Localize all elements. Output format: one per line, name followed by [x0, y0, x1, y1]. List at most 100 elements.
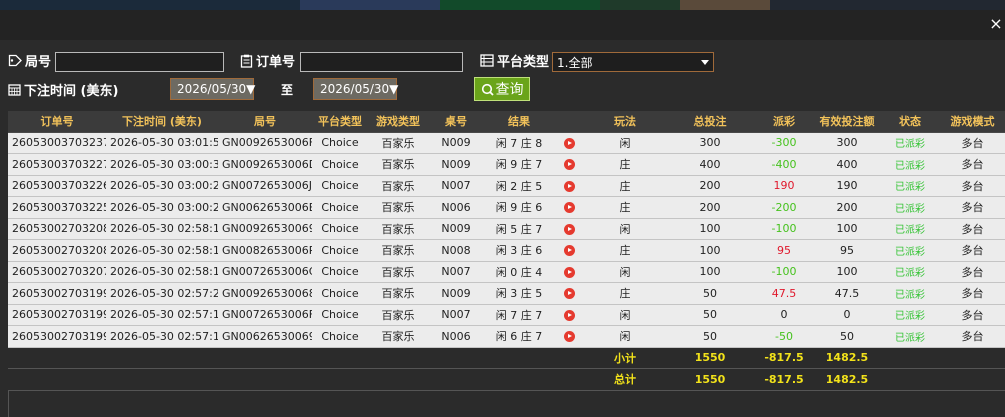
time-label: 下注时间 (美东)	[8, 80, 118, 99]
play-video-icon[interactable]	[563, 245, 575, 257]
order-cell: 260530027032079	[8, 261, 106, 283]
table-row: 2605300370322552026-05-30 03:00:24GN0062…	[8, 196, 1005, 219]
video-cell	[554, 282, 584, 305]
game-cell: 百家乐	[368, 325, 428, 348]
bet-cell: 100	[666, 261, 754, 283]
table-row: 2605300270319942026-05-30 02:57:18GN0072…	[8, 304, 1005, 326]
platform-select[interactable]: 1.全部	[552, 52, 714, 72]
header-col-order: 订单号	[8, 111, 106, 133]
game-cell: 百家乐	[368, 218, 428, 240]
result-cell: 闲 2 庄 5	[484, 175, 554, 197]
close-icon[interactable]: ×	[989, 16, 1003, 32]
order-cell: 260530027031997	[8, 282, 106, 305]
game-cell: 百家乐	[368, 175, 428, 197]
subtotal-payout: -817.5	[754, 347, 814, 369]
play-video-icon[interactable]	[563, 180, 575, 192]
list-icon	[480, 54, 494, 67]
play-video-icon[interactable]	[563, 137, 575, 149]
video-cell	[554, 196, 584, 219]
valid-cell: 47.5	[814, 282, 880, 305]
status-cell: 已派彩	[880, 175, 940, 197]
play-video-icon[interactable]	[563, 202, 575, 214]
bet-cell: 200	[666, 175, 754, 197]
valid-cell: 100	[814, 218, 880, 240]
round-cell: GN0092653006​9	[218, 218, 312, 240]
bet-history-table: 订单号 下注时间 (美东) 局号 平台类型 游戏类型 桌号 结果 玩法 总投注 派彩 有效投注额 状态…	[8, 111, 1005, 391]
date-from-picker[interactable]: 2026/05/30▼	[170, 78, 256, 100]
result-cell: 闲 0 庄 4	[484, 261, 554, 283]
video-cell	[554, 175, 584, 197]
mode-cell: 多台	[940, 132, 1005, 154]
order-input[interactable]	[300, 52, 463, 72]
payout-cell: 47.5	[754, 282, 814, 305]
table-cell: N007	[428, 175, 484, 197]
time-cell: 2026-05-30 03:00:24	[106, 196, 218, 219]
play-video-icon[interactable]	[563, 331, 575, 343]
play-video-icon[interactable]	[563, 159, 575, 171]
play-video-icon[interactable]	[563, 288, 575, 300]
valid-cell: 400	[814, 153, 880, 176]
mode-cell: 多台	[940, 304, 1005, 326]
total-valid: 1482.5	[814, 368, 880, 391]
mode-cell: 多台	[940, 239, 1005, 262]
valid-cell: 300	[814, 132, 880, 154]
status-cell: 已派彩	[880, 239, 940, 262]
bet-cell: 50	[666, 304, 754, 326]
header-col-payout: 派彩	[754, 111, 814, 133]
play-cell: 庄	[584, 196, 666, 219]
round-label-text: 局号	[25, 55, 52, 70]
round-cell: GN0092653006D	[218, 153, 312, 176]
play-cell: 闲	[584, 132, 666, 154]
table-row: 2605300270319932026-05-30 02:57:17GN0062…	[8, 325, 1005, 348]
valid-cell: 50	[814, 325, 880, 348]
total-row: 总计 1550 -817.5 1482.5	[8, 368, 1005, 391]
platform-label: 平台类型	[480, 51, 549, 70]
play-video-icon[interactable]	[563, 309, 575, 321]
table-cell: N009	[428, 153, 484, 176]
payout-cell: -400	[754, 153, 814, 176]
table-cell: N009	[428, 282, 484, 305]
result-cell: 闲 3 庄 6	[484, 239, 554, 262]
order-cell: 260530027032081	[8, 239, 106, 262]
mode-cell: 多台	[940, 175, 1005, 197]
round-input[interactable]	[55, 52, 224, 72]
round-cell: GN00626530069	[218, 325, 312, 348]
bet-cell: 400	[666, 153, 754, 176]
mode-cell: 多台	[940, 196, 1005, 219]
round-cell: GN0072653006F	[218, 304, 312, 326]
calendar-icon	[8, 84, 21, 96]
play-video-icon[interactable]	[563, 223, 575, 235]
time-cell: 2026-05-30 02:58:15	[106, 239, 218, 262]
play-cell: 闲	[584, 261, 666, 283]
time-cell: 2026-05-30 02:57:17	[106, 325, 218, 348]
order-label: 订单号	[240, 51, 295, 70]
header-col-result: 结果	[484, 111, 554, 133]
total-label: 总计	[584, 368, 666, 391]
bet-cell: 200	[666, 196, 754, 219]
time-label-text: 下注时间 (美东)	[24, 84, 119, 99]
play-video-icon[interactable]	[563, 266, 575, 278]
valid-cell: 0	[814, 304, 880, 326]
subtotal-row: 小计 1550 -817.5 1482.5	[8, 347, 1005, 369]
round-cell: GN0092653006F	[218, 132, 312, 154]
date-from-value: 2026/05/30▼	[177, 82, 256, 96]
platform-cell: Choice	[312, 261, 368, 283]
order-cell: 260530027031993	[8, 325, 106, 348]
play-cell: 庄	[584, 175, 666, 197]
video-cell	[554, 153, 584, 176]
round-label: 局号	[8, 51, 51, 70]
table-row: 2605300370322602026-05-30 03:00:29GN0072…	[8, 175, 1005, 197]
modal-header	[0, 10, 1005, 40]
round-cell: GN0072653006J	[218, 175, 312, 197]
payout-cell: 95	[754, 239, 814, 262]
date-to-picker[interactable]: 2026/05/30▼	[313, 78, 398, 100]
payout-cell: -50	[754, 325, 814, 348]
status-cell: 已派彩	[880, 196, 940, 219]
round-cell: GN0062653006E	[218, 196, 312, 219]
time-cell: 2026-05-30 03:00:39	[106, 153, 218, 176]
query-button[interactable]: 查询	[474, 77, 530, 101]
header-col-game: 游戏类型	[368, 111, 428, 133]
payout-cell: -300	[754, 132, 814, 154]
payout-cell: -100	[754, 218, 814, 240]
bet-cell: 300	[666, 132, 754, 154]
